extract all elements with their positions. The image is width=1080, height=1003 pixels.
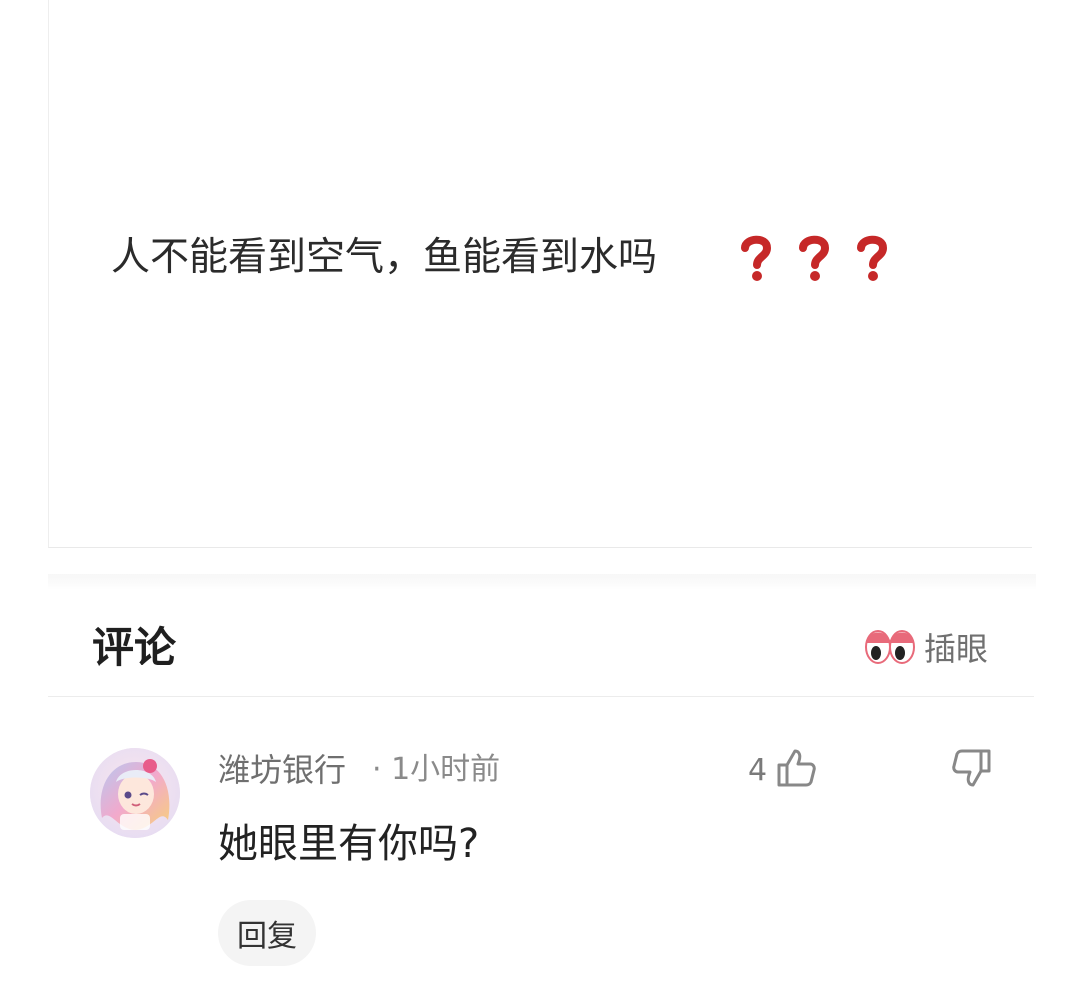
- post-text: 人不能看到空气，鱼能看到水吗: [111, 235, 658, 280]
- red-question-mark-icon: [795, 228, 833, 288]
- dislike-button[interactable]: [946, 744, 998, 796]
- post-emoji-row: [737, 228, 891, 288]
- like-count: 4: [748, 752, 768, 788]
- reply-button[interactable]: 回复: [218, 900, 316, 966]
- post-card: 人不能看到空气，鱼能看到水吗: [48, 0, 1032, 548]
- page: 人不能看到空气，鱼能看到水吗 评论 插眼 潍坊银行 · 1小时前 4 她眼里有你…: [0, 0, 1080, 1003]
- comment-author[interactable]: 潍坊银行: [218, 748, 346, 792]
- peek-label: 插眼: [924, 630, 989, 668]
- thumbs-down-icon: [951, 747, 993, 793]
- eyes-icon: [864, 623, 916, 671]
- thumbs-up-icon: [775, 747, 817, 793]
- comment-text: 她眼里有你吗?: [218, 821, 480, 867]
- red-question-mark-icon: [853, 228, 891, 288]
- comment-time: · 1小时前: [372, 752, 501, 787]
- comments-title: 评论: [92, 623, 177, 672]
- like-button[interactable]: 4: [748, 744, 817, 796]
- red-question-mark-icon: [737, 228, 775, 288]
- section-separator: [48, 574, 1036, 590]
- avatar[interactable]: [90, 748, 180, 838]
- divider: [48, 696, 1034, 697]
- peek-button[interactable]: 插眼: [864, 622, 988, 672]
